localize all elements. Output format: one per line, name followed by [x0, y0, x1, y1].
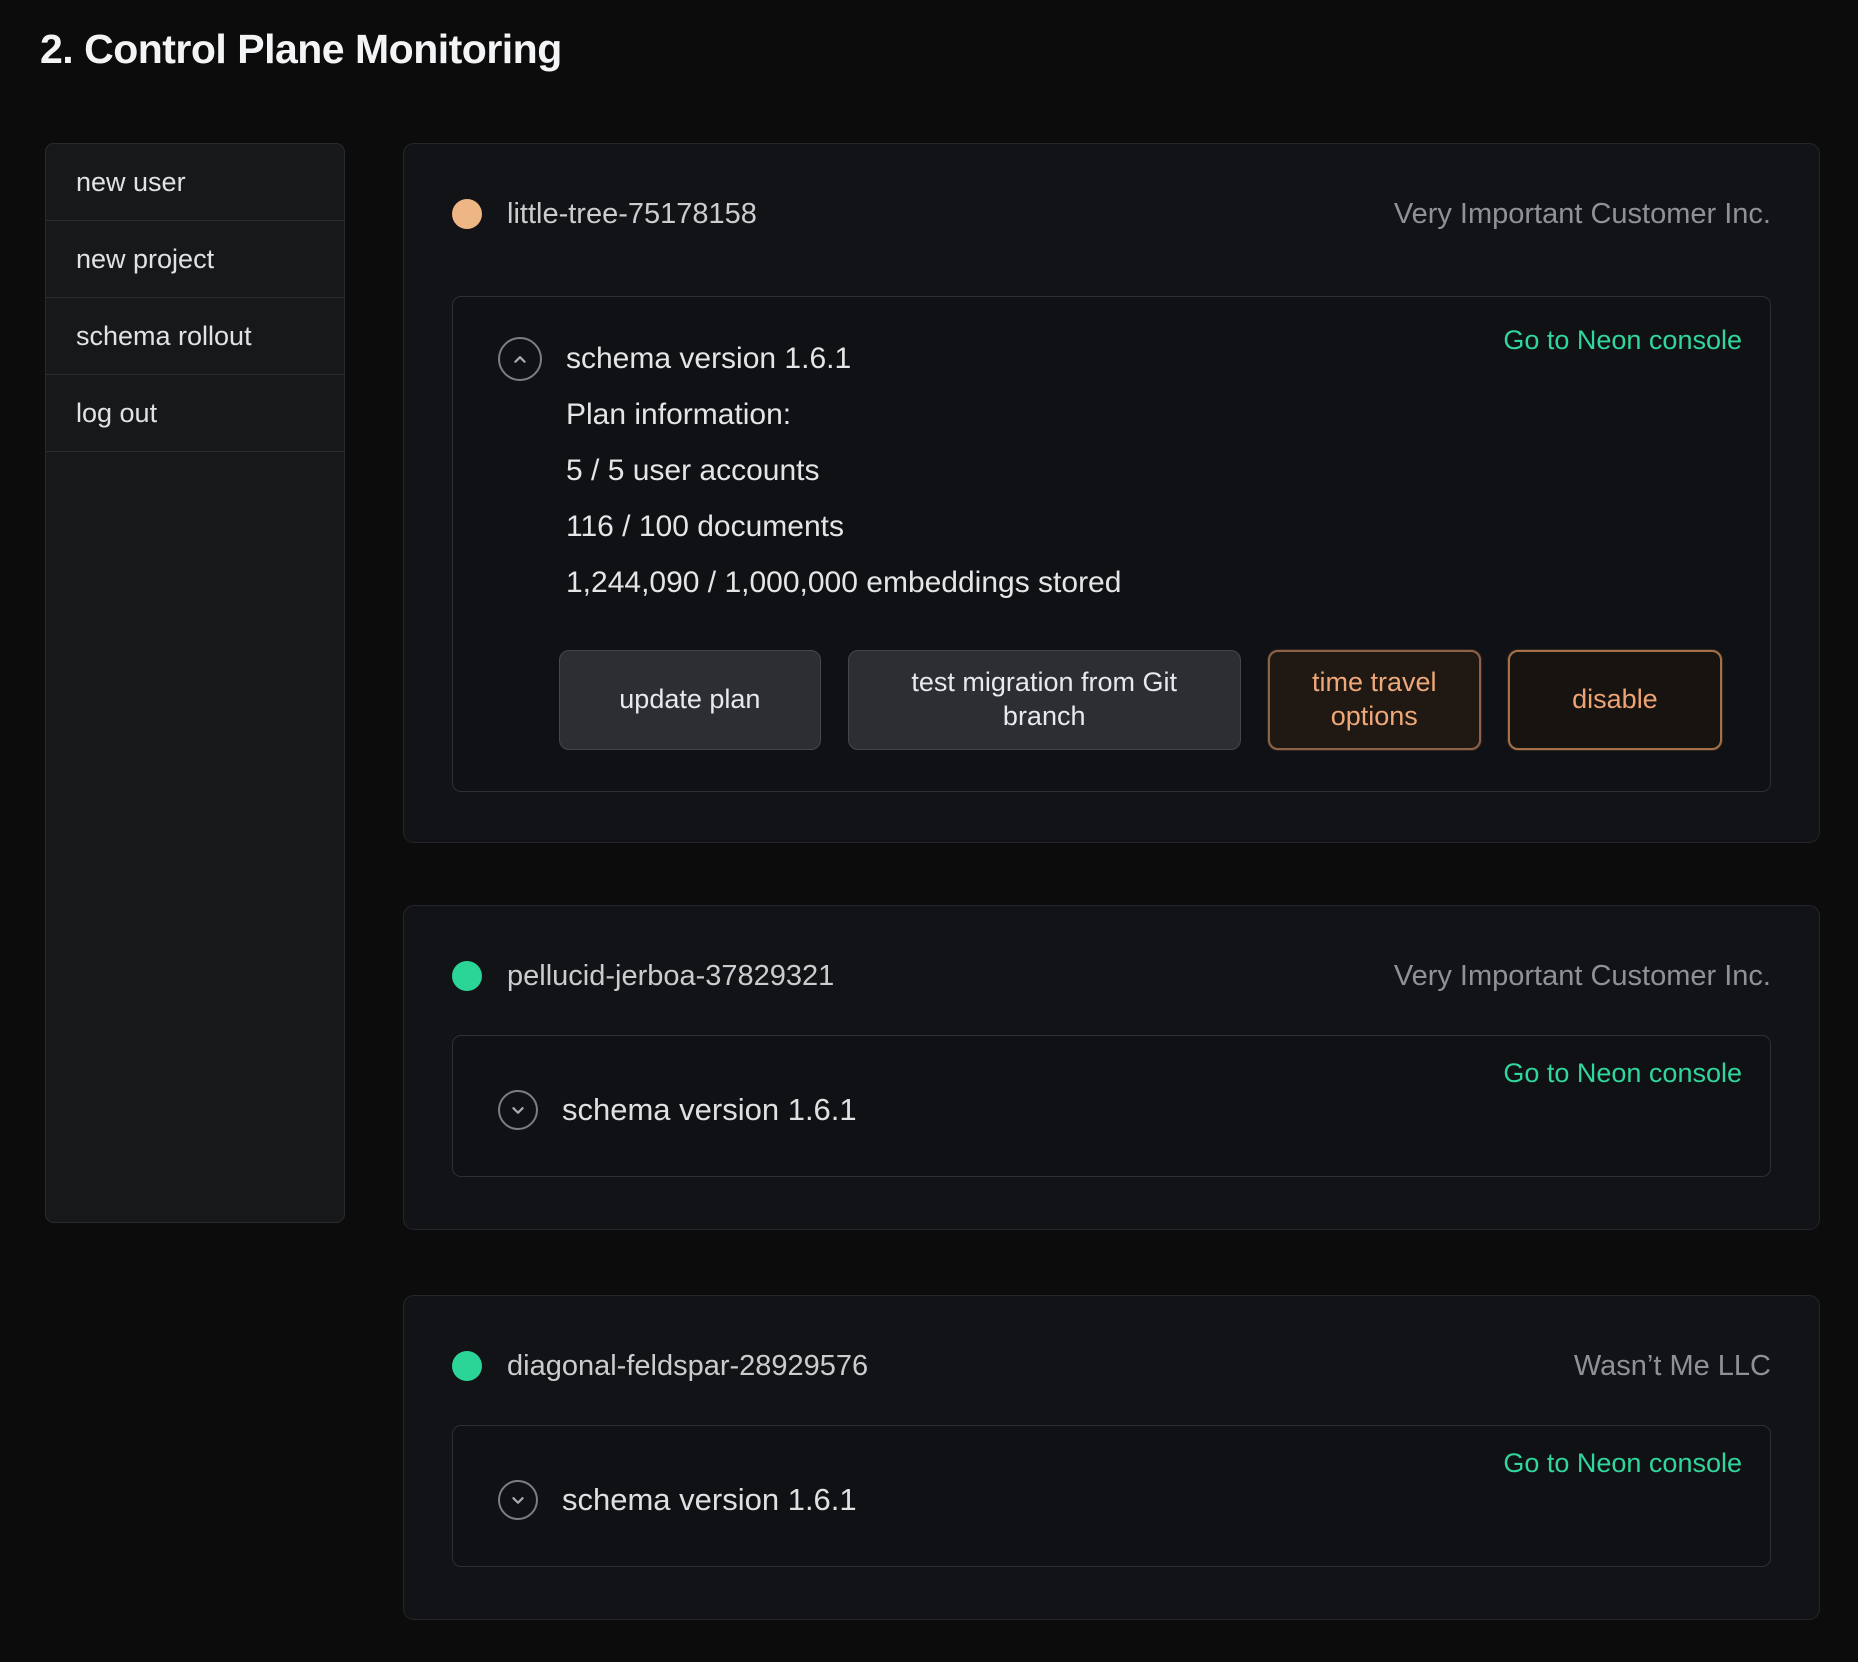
plan-line: 5 / 5 user accounts	[566, 443, 1121, 499]
sidebar-item-new-project[interactable]: new project	[46, 221, 344, 298]
sidebar-item-new-user[interactable]: new user	[46, 144, 344, 221]
page-title: 2. Control Plane Monitoring	[40, 26, 562, 73]
expand-toggle[interactable]	[498, 1090, 538, 1130]
plan-info-text: schema version 1.6.1 Plan information: 5…	[566, 331, 1121, 611]
schema-row: schema version 1.6.1	[498, 1480, 1722, 1520]
plan-line: Plan information:	[566, 387, 1121, 443]
chevron-down-icon	[507, 1489, 529, 1511]
project-card-header: pellucid-jerboa-37829321 Very Important …	[452, 958, 1771, 994]
project-name: little-tree-75178158	[507, 198, 757, 231]
sidebar: new user new project schema rollout log …	[45, 143, 345, 1223]
schema-version-text: schema version 1.6.1	[562, 1480, 857, 1520]
sidebar-item-label: new user	[76, 167, 186, 198]
time-travel-options-button[interactable]: time travel options	[1268, 650, 1481, 750]
sidebar-item-label: new project	[76, 244, 214, 275]
schema-version-text: schema version 1.6.1	[566, 331, 1121, 387]
neon-console-link[interactable]: Go to Neon console	[1503, 1448, 1742, 1479]
control-plane-screen: 2. Control Plane Monitoring new user new…	[0, 0, 1858, 1662]
status-dot-icon	[452, 199, 482, 229]
schema-row: schema version 1.6.1 Plan information: 5…	[498, 331, 1722, 611]
project-card-pellucid-jerboa: pellucid-jerboa-37829321 Very Important …	[403, 905, 1820, 1230]
project-card-little-tree: little-tree-75178158 Very Important Cust…	[403, 143, 1820, 843]
disable-button[interactable]: disable	[1508, 650, 1722, 750]
sidebar-item-label: schema rollout	[76, 321, 252, 352]
expand-toggle[interactable]	[498, 1480, 538, 1520]
status-dot-icon	[452, 961, 482, 991]
schema-row: schema version 1.6.1	[498, 1090, 1722, 1130]
neon-console-link[interactable]: Go to Neon console	[1503, 325, 1742, 356]
customer-name: Wasn’t Me LLC	[1574, 1350, 1771, 1383]
customer-name: Very Important Customer Inc.	[1394, 198, 1771, 231]
sidebar-item-label: log out	[76, 398, 157, 429]
schema-version-text: schema version 1.6.1	[562, 1090, 857, 1130]
plan-actions-row: update plan test migration from Git bran…	[559, 650, 1722, 750]
sidebar-item-schema-rollout[interactable]: schema rollout	[46, 298, 344, 375]
neon-console-link[interactable]: Go to Neon console	[1503, 1058, 1742, 1089]
status-dot-icon	[452, 1351, 482, 1381]
project-card-header: diagonal-feldspar-28929576 Wasn’t Me LLC	[452, 1348, 1771, 1384]
collapse-toggle[interactable]	[498, 337, 542, 381]
project-detail-panel: Go to Neon console schema version 1.6.1	[452, 1425, 1771, 1567]
project-name: diagonal-feldspar-28929576	[507, 1350, 868, 1383]
project-card-diagonal-feldspar: diagonal-feldspar-28929576 Wasn’t Me LLC…	[403, 1295, 1820, 1620]
plan-line: 1,244,090 / 1,000,000 embeddings stored	[566, 555, 1121, 611]
update-plan-button[interactable]: update plan	[559, 650, 821, 750]
chevron-down-icon	[507, 1099, 529, 1121]
customer-name: Very Important Customer Inc.	[1394, 960, 1771, 993]
project-card-header: little-tree-75178158 Very Important Cust…	[452, 196, 1771, 232]
sidebar-item-log-out[interactable]: log out	[46, 375, 344, 452]
project-name: pellucid-jerboa-37829321	[507, 960, 834, 993]
project-detail-panel: Go to Neon console schema version 1.6.1	[452, 1035, 1771, 1177]
chevron-up-icon	[509, 348, 531, 370]
test-migration-button[interactable]: test migration from Git branch	[848, 650, 1241, 750]
project-detail-panel: Go to Neon console schema version 1.6.1 …	[452, 296, 1771, 792]
plan-line: 116 / 100 documents	[566, 499, 1121, 555]
